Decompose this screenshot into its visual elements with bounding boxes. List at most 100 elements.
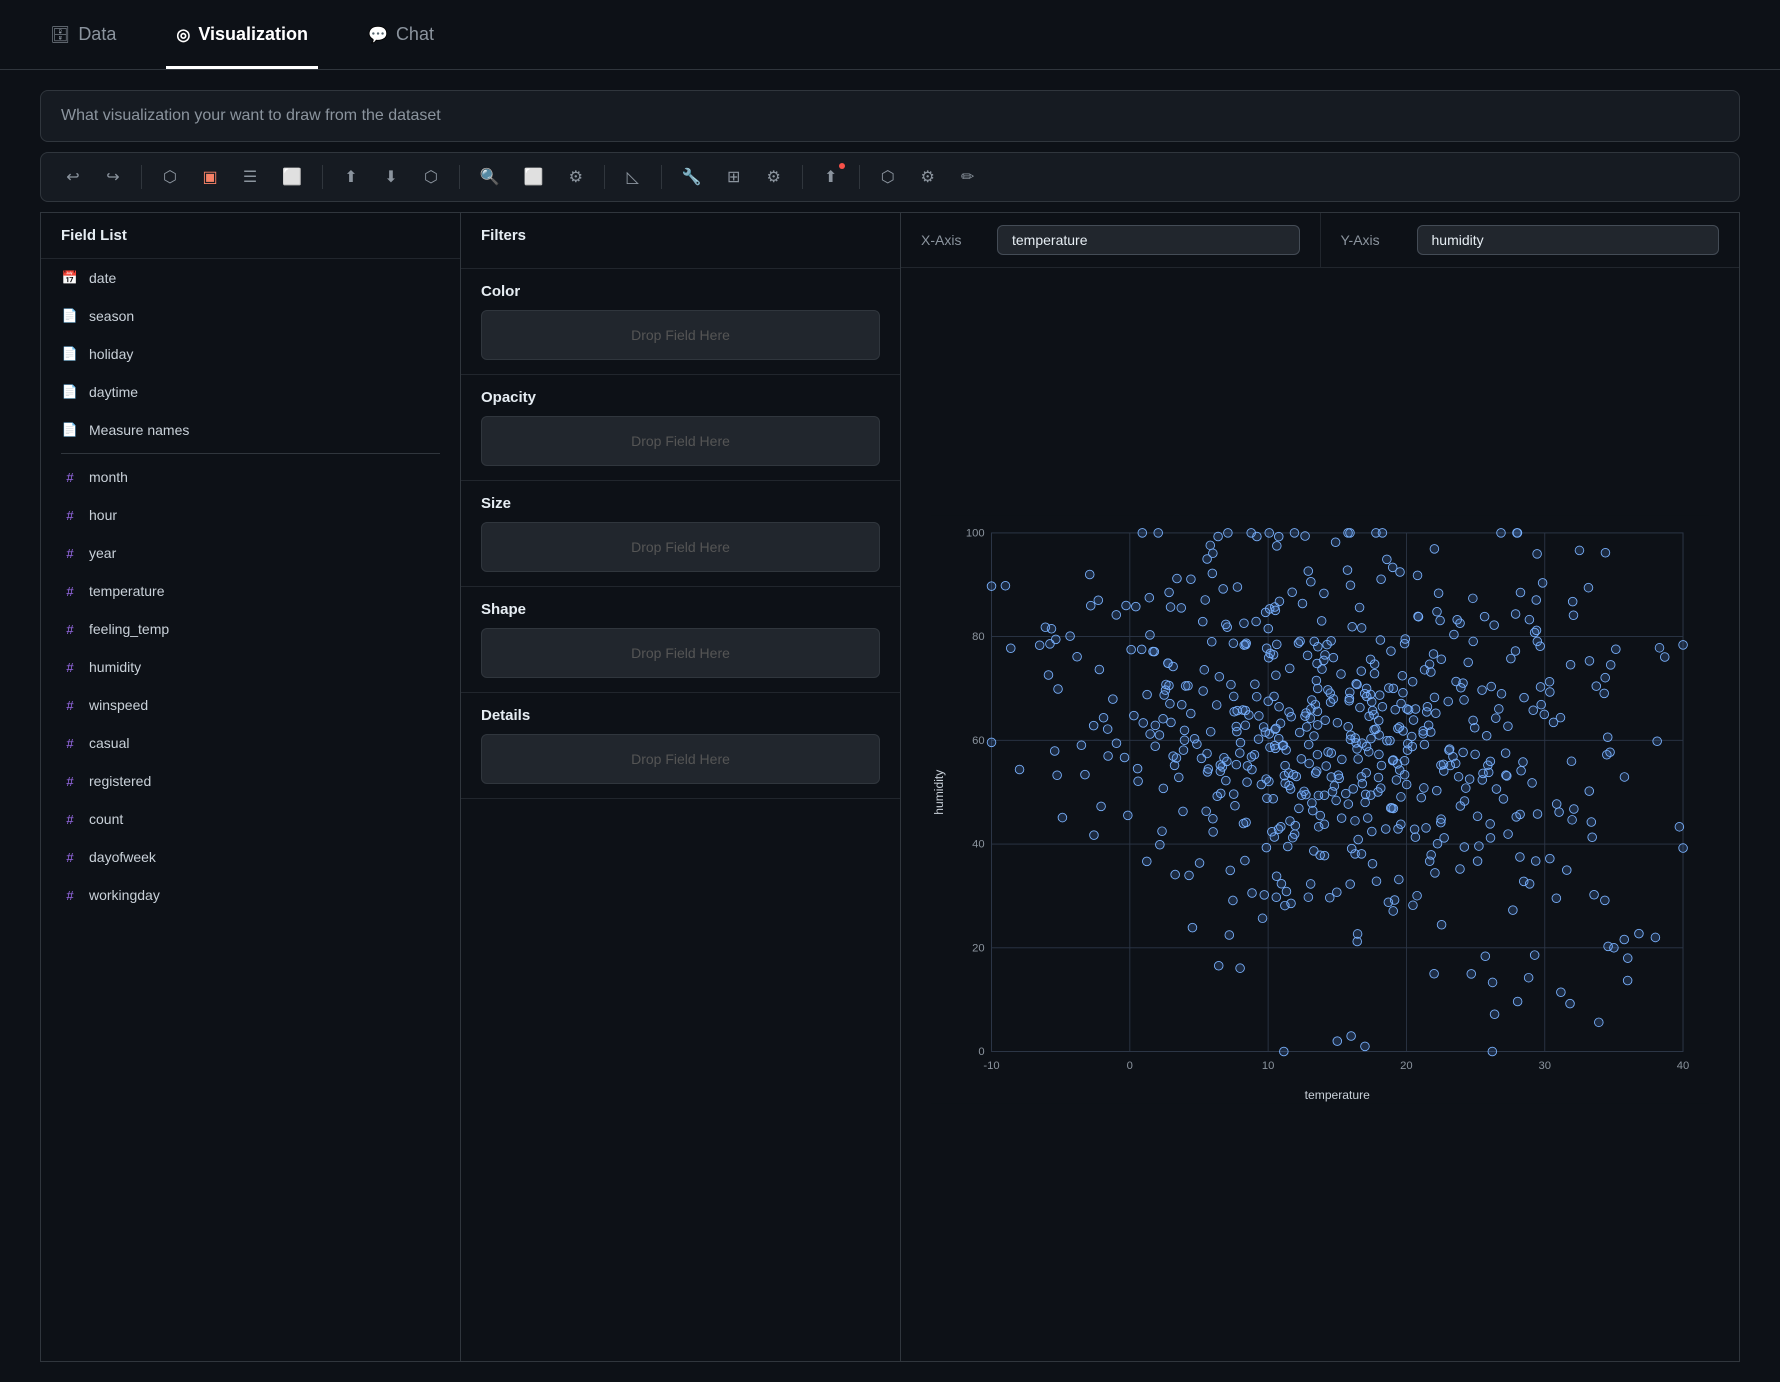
field-name-dayofweek: dayofweek <box>89 849 414 865</box>
text-field-icon-daytime: 📄 <box>61 384 79 400</box>
sort-asc-button[interactable]: ⬆ <box>335 161 367 193</box>
copy-button[interactable]: ⬜ <box>274 161 310 193</box>
y-axis-label: Y-Axis <box>1341 232 1401 248</box>
field-name-holiday: holiday <box>89 346 414 362</box>
field-item-measure-names[interactable]: 📄 Measure names ⋮ <box>41 411 460 449</box>
field-item-date[interactable]: 📅 date ⋮ <box>41 259 460 297</box>
tab-visualization-label: Visualization <box>198 24 308 45</box>
toolbar-sep-4 <box>604 165 605 189</box>
field-name-workingday: workingday <box>89 887 414 903</box>
field-item-humidity[interactable]: # humidity ⋮ <box>41 648 460 686</box>
chart-container: 020406080100-10010203040temperaturehumid… <box>901 268 1739 1361</box>
svg-text:-10: -10 <box>983 1060 999 1072</box>
number-icon-dayofweek: # <box>61 850 79 865</box>
visualization-search[interactable]: What visualization your want to draw fro… <box>40 90 1740 142</box>
frame-button[interactable]: ⬜ <box>516 161 552 193</box>
zoom-in-button[interactable]: 🔍 <box>472 161 508 193</box>
field-item-workingday[interactable]: # workingday ⋮ <box>41 876 460 914</box>
tab-data[interactable]: 🗄 Data <box>40 0 126 69</box>
details-section: Details Drop Field Here <box>461 693 900 799</box>
number-icon-registered: # <box>61 774 79 789</box>
field-name-daytime: daytime <box>89 384 414 400</box>
field-item-feeling-temp[interactable]: # feeling_temp ⋮ <box>41 610 460 648</box>
field-name-winspeed: winspeed <box>89 697 414 713</box>
filters-title: Filters <box>481 227 880 244</box>
sort-desc-button[interactable]: ⬇ <box>375 161 407 193</box>
settings-button[interactable]: ⚙ <box>758 161 790 193</box>
pen-button[interactable]: ✏ <box>952 161 984 193</box>
field-name-casual: casual <box>89 735 414 751</box>
text-field-icon-measure: 📄 <box>61 422 79 438</box>
field-item-daytime[interactable]: 📄 daytime ⋮ <box>41 373 460 411</box>
number-icon-temp: # <box>61 584 79 599</box>
visualization-icon: ◎ <box>176 25 190 45</box>
y-axis-value[interactable]: humidity <box>1417 225 1720 255</box>
upload-button[interactable]: ⬆ <box>815 161 847 193</box>
size-drop-zone[interactable]: Drop Field Here <box>481 522 880 572</box>
svg-text:80: 80 <box>972 631 984 643</box>
number-icon-month: # <box>61 470 79 485</box>
svg-text:10: 10 <box>1262 1060 1274 1072</box>
redo-button[interactable]: ↪ <box>97 161 129 193</box>
key-button[interactable]: ⬡ <box>872 161 904 193</box>
3d-button[interactable]: ⬡ <box>154 161 186 193</box>
number-icon-count: # <box>61 812 79 827</box>
field-name-hour: hour <box>89 507 414 523</box>
settings-small-button[interactable]: ⚙ <box>560 161 592 193</box>
field-name-humidity: humidity <box>89 659 414 675</box>
field-item-month[interactable]: # month ⋮ <box>41 458 460 496</box>
field-name-date: date <box>89 270 414 286</box>
field-name-season: season <box>89 308 414 324</box>
y-axis-item: Y-Axis humidity <box>1321 213 1740 267</box>
field-item-hour[interactable]: # hour ⋮ <box>41 496 460 534</box>
field-item-holiday[interactable]: 📄 holiday ⋮ <box>41 335 460 373</box>
field-name-feeling-temp: feeling_temp <box>89 621 414 637</box>
content-area: Field List 📅 date ⋮ 📄 season ⋮ 📄 holiday… <box>40 212 1740 1362</box>
wrench-button[interactable]: 🔧 <box>674 161 710 193</box>
field-item-dayofweek[interactable]: # dayofweek ⋮ <box>41 838 460 876</box>
field-item-year[interactable]: # year ⋮ <box>41 534 460 572</box>
undo-button[interactable]: ↩ <box>57 161 89 193</box>
number-icon-feeling: # <box>61 622 79 637</box>
field-item-winspeed[interactable]: # winspeed ⋮ <box>41 686 460 724</box>
field-item-temperature[interactable]: # temperature ⋮ <box>41 572 460 610</box>
number-icon-humidity: # <box>61 660 79 675</box>
svg-text:0: 0 <box>1127 1060 1133 1072</box>
toolbar-sep-1 <box>141 165 142 189</box>
toolbar-sep-7 <box>859 165 860 189</box>
angle-button[interactable]: ◺ <box>617 161 649 193</box>
svg-text:60: 60 <box>972 735 984 747</box>
x-axis-value[interactable]: temperature <box>997 225 1300 255</box>
pointer-button[interactable]: ▣ <box>194 161 226 193</box>
field-item-count[interactable]: # count ⋮ <box>41 800 460 838</box>
color-section: Color Drop Field Here <box>461 269 900 375</box>
tab-visualization[interactable]: ◎ Visualization <box>166 0 318 69</box>
field-name-month: month <box>89 469 414 485</box>
svg-text:temperature: temperature <box>1305 1088 1370 1102</box>
color-drop-zone[interactable]: Drop Field Here <box>481 310 880 360</box>
details-title: Details <box>481 707 880 724</box>
svg-text:0: 0 <box>978 1046 984 1058</box>
number-icon-casual: # <box>61 736 79 751</box>
color-title: Color <box>481 283 880 300</box>
details-drop-zone[interactable]: Drop Field Here <box>481 734 880 784</box>
export-button[interactable]: ⬡ <box>415 161 447 193</box>
field-item-season[interactable]: 📄 season ⋮ <box>41 297 460 335</box>
tab-data-label: Data <box>78 24 116 45</box>
field-item-registered[interactable]: # registered ⋮ <box>41 762 460 800</box>
config-button[interactable]: ⚙ <box>912 161 944 193</box>
opacity-section: Opacity Drop Field Here <box>461 375 900 481</box>
field-list-header: Field List <box>41 213 460 259</box>
data-icon: 🗄 <box>50 25 70 45</box>
table-button[interactable]: ⊞ <box>718 161 750 193</box>
toolbar-sep-2 <box>322 165 323 189</box>
shape-section: Shape Drop Field Here <box>461 587 900 693</box>
layers-button[interactable]: ☰ <box>234 161 266 193</box>
field-name-year: year <box>89 545 414 561</box>
toolbar: ↩ ↪ ⬡ ▣ ☰ ⬜ ⬆ ⬇ ⬡ 🔍 ⬜ ⚙ ◺ 🔧 ⊞ ⚙ ⬆ ⬡ ⚙ ✏ <box>40 152 1740 202</box>
number-icon-year: # <box>61 546 79 561</box>
opacity-drop-zone[interactable]: Drop Field Here <box>481 416 880 466</box>
field-item-casual[interactable]: # casual ⋮ <box>41 724 460 762</box>
tab-chat[interactable]: 💬 Chat <box>358 0 444 69</box>
shape-drop-zone[interactable]: Drop Field Here <box>481 628 880 678</box>
